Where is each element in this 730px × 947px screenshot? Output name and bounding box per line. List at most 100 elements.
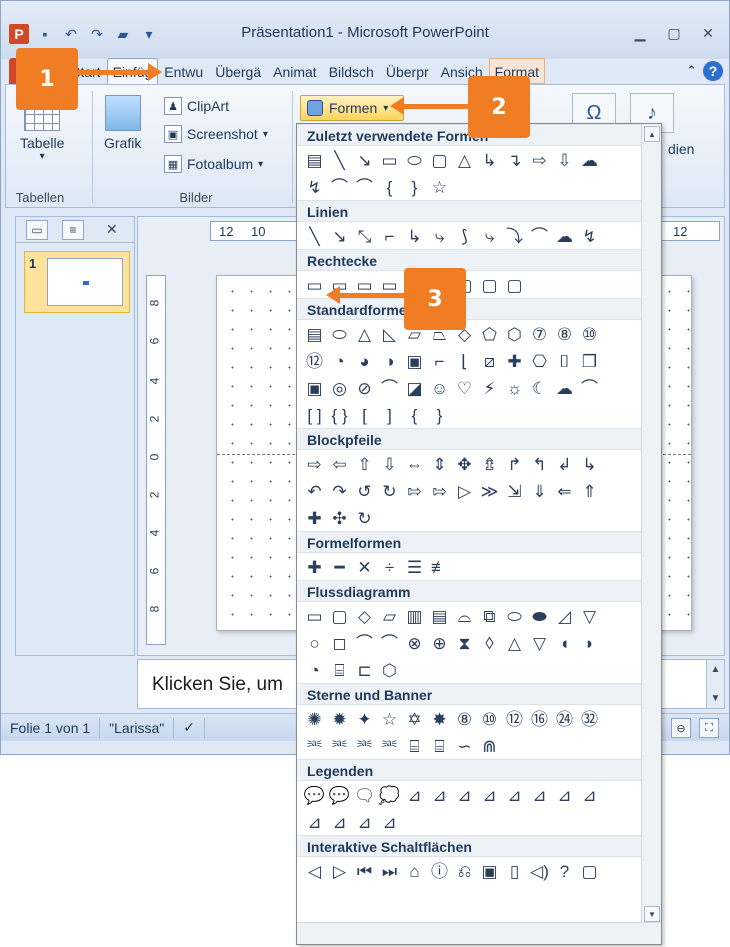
shape-icon[interactable]: ▢ — [503, 274, 526, 296]
shape-icon[interactable]: ⤡ — [353, 225, 376, 247]
shape-icon[interactable]: { — [378, 176, 401, 198]
shape-icon[interactable]: ▭ — [303, 274, 326, 296]
shape-icon[interactable]: △ — [503, 632, 526, 654]
shape-icon[interactable]: ⇦ — [328, 453, 351, 475]
shape-icon[interactable]: ⑯ — [528, 708, 551, 730]
shape-icon[interactable]: ↷ — [328, 480, 351, 502]
shape-icon[interactable]: ✸ — [428, 708, 451, 730]
shape-icon[interactable]: ⤵ — [503, 225, 526, 247]
shape-icon[interactable]: ⌐ — [428, 350, 451, 372]
shape-icon[interactable]: ⊕ — [428, 632, 451, 654]
shape-icon[interactable]: ↻ — [353, 507, 376, 529]
shape-icon[interactable]: ⊿ — [578, 784, 601, 806]
notes-scrollbar[interactable]: ▲ ▼ — [706, 660, 724, 708]
shape-icon[interactable]: ⊿ — [303, 811, 326, 833]
shape-icon[interactable]: ⇰ — [428, 480, 451, 502]
shape-icon[interactable]: ◊ — [478, 632, 501, 654]
close-pane-icon[interactable]: ✕ — [106, 221, 118, 238]
shape-icon[interactable]: ▣ — [478, 860, 501, 882]
shape-icon[interactable]: ⊗ — [403, 632, 426, 654]
shape-icon[interactable]: ⌒ — [378, 632, 401, 654]
shape-icon[interactable]: ⬭ — [328, 323, 351, 345]
shape-icon[interactable]: ⓘ — [428, 860, 451, 882]
shape-icon[interactable]: ▤ — [428, 605, 451, 627]
shape-icon[interactable]: ⤷ — [428, 225, 451, 247]
screenshot-button[interactable]: ▣ Screenshot ▾ — [164, 125, 268, 143]
shape-icon[interactable]: ⎃ — [353, 735, 376, 757]
shape-icon[interactable]: ⚡ — [478, 377, 501, 399]
shape-icon[interactable]: ↲ — [553, 453, 576, 475]
shape-icon[interactable]: ⇕ — [428, 453, 451, 475]
shape-icon[interactable]: ▭ — [303, 605, 326, 627]
shape-icon[interactable]: ☁ — [553, 225, 576, 247]
shape-icon[interactable]: ⌒ — [353, 632, 376, 654]
shape-icon[interactable]: ⑫ — [503, 708, 526, 730]
shape-icon[interactable]: ↳ — [403, 225, 426, 247]
shape-icon[interactable]: ☆ — [378, 708, 401, 730]
shape-icon[interactable]: ≫ — [478, 480, 501, 502]
shape-icon[interactable]: △ — [353, 323, 376, 345]
shape-icon[interactable]: ↯ — [303, 176, 326, 198]
tab-review[interactable]: Überpr — [380, 58, 435, 84]
slide-thumbnail[interactable]: 1 — [24, 251, 130, 313]
shape-icon[interactable]: 💬 — [328, 784, 351, 806]
shape-icon[interactable]: ☰ — [403, 556, 426, 578]
shape-icon[interactable]: ⊏ — [353, 659, 376, 681]
shape-icon[interactable]: ⏮ — [353, 860, 376, 882]
shape-icon[interactable]: ☆ — [428, 176, 451, 198]
photoalbum-button[interactable]: ▦ Fotoalbum ▾ — [164, 155, 263, 173]
zoom-icon[interactable]: ⊖ — [671, 718, 691, 738]
shape-icon[interactable]: ↺ — [353, 480, 376, 502]
outline-tab-icon[interactable]: ≡ — [62, 219, 84, 240]
shape-icon[interactable]: 🗨 — [353, 784, 376, 806]
shape-icon[interactable]: ⏭ — [378, 860, 401, 882]
scroll-down-icon[interactable]: ▼ — [644, 906, 660, 922]
shape-icon[interactable]: ✚ — [503, 350, 526, 372]
shape-icon[interactable]: ▥ — [403, 605, 426, 627]
shape-icon[interactable]: ⌷ — [553, 350, 576, 372]
shape-icon[interactable]: ⌸ — [403, 735, 426, 757]
picture-button[interactable]: Grafik — [104, 95, 141, 151]
shape-icon[interactable]: ◺ — [378, 323, 401, 345]
shape-icon[interactable]: ▤ — [303, 149, 326, 171]
shape-icon[interactable]: ㉔ — [553, 708, 576, 730]
shape-icon[interactable]: ━ — [328, 556, 351, 578]
shape-icon[interactable]: ✕ — [353, 556, 376, 578]
shape-icon[interactable]: ◗ — [578, 632, 601, 654]
shape-icon[interactable]: ↘ — [328, 225, 351, 247]
tab-animations[interactable]: Animat — [267, 58, 323, 84]
shape-icon[interactable]: ⊿ — [478, 784, 501, 806]
shape-icon[interactable]: ⇔ — [403, 453, 426, 475]
shape-icon[interactable]: ✚ — [303, 507, 326, 529]
shape-icon[interactable]: ⇐ — [553, 480, 576, 502]
clipart-button[interactable]: ♟ ClipArt — [164, 97, 229, 115]
shape-icon[interactable]: ⎃ — [378, 735, 401, 757]
shape-icon[interactable]: ⇩ — [553, 149, 576, 171]
shape-icon[interactable]: ⌒ — [378, 377, 401, 399]
shape-icon[interactable]: ◑ — [378, 350, 401, 372]
shape-icon[interactable]: ⊿ — [453, 784, 476, 806]
shape-icon[interactable]: ╲ — [328, 149, 351, 171]
shape-icon[interactable]: ⌓ — [453, 605, 476, 627]
shape-icon[interactable]: } — [428, 404, 451, 426]
shape-icon[interactable]: ○ — [303, 632, 326, 654]
shape-icon[interactable]: ⇲ — [503, 480, 526, 502]
shape-icon[interactable]: ⊿ — [328, 811, 351, 833]
shape-icon[interactable]: ⎃ — [303, 735, 326, 757]
shape-icon[interactable]: ☁ — [578, 149, 601, 171]
shape-icon[interactable]: ⑦ — [528, 323, 551, 345]
shape-icon[interactable]: ▢ — [328, 605, 351, 627]
shape-icon[interactable]: ✺ — [303, 708, 326, 730]
fit-slide-icon[interactable]: ⛶ — [699, 718, 719, 738]
shapes-button[interactable]: Formen ▾ — [300, 95, 404, 121]
shape-icon[interactable]: ▷ — [453, 480, 476, 502]
shape-icon[interactable]: 💭 — [378, 784, 401, 806]
tab-slideshow[interactable]: Bildsch — [323, 58, 380, 84]
shape-icon[interactable]: ⊿ — [503, 784, 526, 806]
shape-icon[interactable]: ⇨ — [528, 149, 551, 171]
shape-icon[interactable]: ⬠ — [478, 323, 501, 345]
shape-icon[interactable]: ✦ — [353, 708, 376, 730]
shape-icon[interactable]: ⑫ — [303, 350, 326, 372]
shape-icon[interactable]: } — [403, 176, 426, 198]
shape-icon[interactable]: ⇩ — [378, 453, 401, 475]
